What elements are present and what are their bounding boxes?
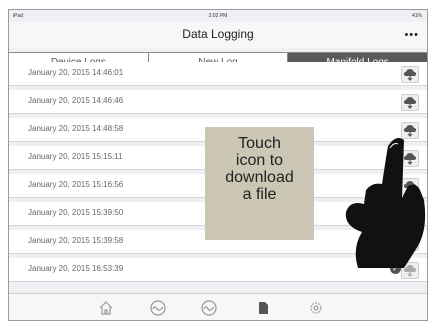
cloud-download-icon[interactable] — [401, 94, 419, 111]
log-date: January 20, 2015 15:39:50 — [28, 208, 124, 217]
home-icon[interactable] — [97, 299, 115, 317]
nav-bar: Data Logging ••• Device Logs New Log Man… — [9, 22, 427, 74]
download-hint-text: Touch icon to download a file — [225, 135, 294, 203]
log-date: January 20, 2015 16:53:39 — [28, 264, 124, 273]
log-row[interactable]: January 20, 2015 14:46:46 — [9, 90, 427, 114]
log-date: January 20, 2015 14:48:58 — [28, 124, 124, 133]
cloud-download-icon[interactable] — [401, 66, 419, 83]
document-icon[interactable] — [254, 299, 272, 317]
bottom-toolbar — [9, 293, 427, 320]
log-date: January 20, 2015 15:15:11 — [28, 152, 123, 161]
page-title: Data Logging — [182, 27, 254, 41]
log-date: January 20, 2015 14:46:01 — [28, 68, 124, 77]
log-date: January 20, 2015 15:39:58 — [28, 236, 124, 245]
more-options-button[interactable]: ••• — [404, 29, 419, 41]
download-hint-callout: Touch icon to download a file — [205, 127, 314, 240]
pointing-hand-icon — [345, 138, 426, 268]
battery-level: 41% — [411, 13, 422, 19]
status-bar: iPad 2:02 PM 41% — [9, 10, 427, 22]
log-row[interactable]: January 20, 2015 14:46:01 — [9, 62, 427, 86]
log-date: January 20, 2015 14:46:46 — [28, 96, 124, 105]
log-date: January 20, 2015 15:16:56 — [28, 180, 124, 189]
gauge-icon[interactable] — [149, 299, 167, 317]
settings-icon[interactable] — [307, 299, 325, 317]
logging-icon[interactable] — [200, 296, 218, 317]
status-time: 2:02 PM — [208, 13, 228, 19]
